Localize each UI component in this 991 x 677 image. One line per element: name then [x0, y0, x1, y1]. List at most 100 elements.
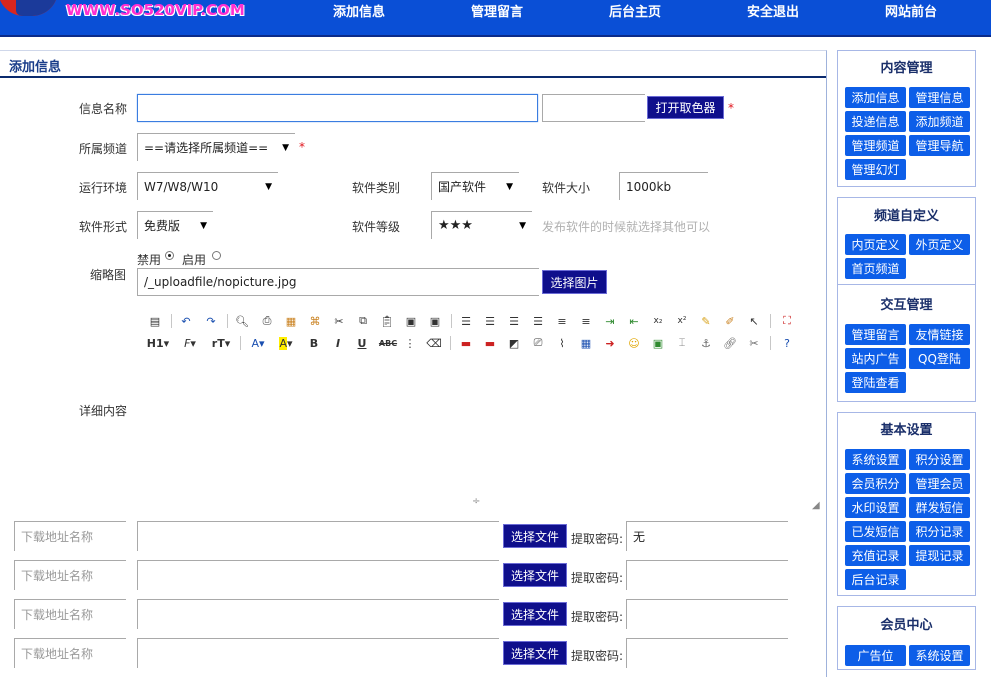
- outdent-icon[interactable]: ⇤: [625, 312, 643, 330]
- sidebar-item-friend-links[interactable]: 友情链接: [909, 324, 970, 345]
- sidebar-item-member-points[interactable]: 会员积分: [845, 473, 906, 494]
- software-level-select[interactable]: ★★★ ▼: [431, 211, 532, 239]
- font-size-icon[interactable]: rT ▾: [209, 334, 233, 352]
- format-painter-icon[interactable]: ✐: [721, 312, 739, 330]
- nav-logout[interactable]: 安全退出: [747, 1, 799, 20]
- code-icon[interactable]: ⌘: [306, 312, 324, 330]
- align-justify-icon[interactable]: ☰: [529, 312, 547, 330]
- indent-icon[interactable]: ⇥: [601, 312, 619, 330]
- sidebar-item-points-settings[interactable]: 积分设置: [909, 449, 970, 470]
- extract-password-input[interactable]: [626, 560, 788, 590]
- font-family-icon[interactable]: F ▾: [179, 334, 201, 352]
- paste-text-icon[interactable]: ▣: [402, 312, 420, 330]
- paste-word-icon[interactable]: ▣: [426, 312, 444, 330]
- corner-resize-icon[interactable]: ◢: [812, 500, 820, 511]
- choose-file-button[interactable]: 选择文件: [503, 563, 567, 587]
- channel-select[interactable]: ==请选择所属频道== ▼: [137, 133, 295, 161]
- download-url-input[interactable]: [137, 599, 499, 629]
- sidebar-item-submit-info[interactable]: 投递信息: [845, 111, 906, 132]
- nav-add-info[interactable]: 添加信息: [333, 1, 385, 20]
- align-right-icon[interactable]: ☰: [505, 312, 523, 330]
- choose-file-button[interactable]: 选择文件: [503, 524, 567, 548]
- nav-manage-messages[interactable]: 管理留言: [471, 1, 523, 20]
- editor-content-area[interactable]: [137, 356, 820, 510]
- extract-password-input[interactable]: [626, 599, 788, 629]
- paste-icon[interactable]: 📋︎: [378, 312, 396, 330]
- image-gallery-icon[interactable]: ▣: [649, 334, 667, 352]
- horizontal-rule-icon[interactable]: ➜: [601, 334, 619, 352]
- open-color-picker-button[interactable]: 打开取色器: [647, 96, 724, 119]
- download-name-input[interactable]: 下载地址名称: [14, 599, 126, 629]
- download-url-input[interactable]: [137, 560, 499, 590]
- download-name-input[interactable]: 下载地址名称: [14, 521, 126, 551]
- sidebar-item-points-log[interactable]: 积分记录: [909, 521, 970, 542]
- redo-icon[interactable]: ↷: [202, 312, 220, 330]
- subscript-icon[interactable]: x₂: [649, 312, 667, 330]
- help-icon[interactable]: ?: [778, 334, 796, 352]
- sidebar-item-login-view[interactable]: 登陆查看: [845, 372, 906, 393]
- sidebar-item-inner-page[interactable]: 内页定义: [845, 234, 906, 255]
- superscript-icon[interactable]: x²: [673, 312, 691, 330]
- sidebar-item-manage-channel[interactable]: 管理频道: [845, 135, 906, 156]
- sidebar-item-system-settings[interactable]: 系统设置: [845, 449, 906, 470]
- sidebar-item-manage-members[interactable]: 管理会员: [909, 473, 970, 494]
- ordered-list-icon[interactable]: ≡: [553, 312, 571, 330]
- thumb-enable-radio[interactable]: [212, 251, 221, 260]
- highlight-color-icon[interactable]: A ▾: [275, 334, 297, 352]
- sidebar-item-manage-slides[interactable]: 管理幻灯: [845, 159, 906, 180]
- insert-table-icon[interactable]: ▦: [577, 334, 595, 352]
- cut-icon[interactable]: ✂: [330, 312, 348, 330]
- align-left-icon[interactable]: ☰: [457, 312, 475, 330]
- nav-admin-home[interactable]: 后台主页: [609, 1, 661, 20]
- info-name-input[interactable]: [137, 94, 538, 122]
- extract-password-input[interactable]: 无: [626, 521, 788, 551]
- attachment-icon[interactable]: ⌇: [553, 334, 571, 352]
- sidebar-item-add-info[interactable]: 添加信息: [845, 87, 906, 108]
- select-all-icon[interactable]: ↖: [745, 312, 763, 330]
- fullscreen-icon[interactable]: ⛶: [778, 312, 796, 330]
- software-size-input[interactable]: 1000kb: [619, 172, 708, 200]
- nav-site-front[interactable]: 网站前台: [885, 1, 937, 20]
- undo-icon[interactable]: ↶: [177, 312, 195, 330]
- page-break-icon[interactable]: ⌶: [673, 334, 691, 352]
- font-color-icon[interactable]: A ▾: [248, 334, 268, 352]
- choose-file-button[interactable]: 选择文件: [503, 602, 567, 626]
- download-name-input[interactable]: 下载地址名称: [14, 560, 126, 590]
- clear-format-icon[interactable]: ✎: [697, 312, 715, 330]
- print-icon[interactable]: ⎙: [258, 312, 276, 330]
- insert-flash-icon[interactable]: ◩: [505, 334, 523, 352]
- sidebar-item-recharge-log[interactable]: 充值记录: [845, 545, 906, 566]
- anchor-icon[interactable]: ⚓: [697, 334, 715, 352]
- strikethrough-icon[interactable]: ABC: [377, 334, 399, 352]
- source-code-icon[interactable]: ▤: [146, 312, 164, 330]
- software-form-select[interactable]: 免费版 ▼: [137, 211, 213, 239]
- sidebar-item-withdraw-log[interactable]: 提现记录: [909, 545, 970, 566]
- italic-icon[interactable]: I: [329, 334, 347, 352]
- sidebar-item-home-channel[interactable]: 首页频道: [845, 258, 906, 279]
- download-url-input[interactable]: [137, 521, 499, 551]
- env-select[interactable]: W7/W8/W10 ▼: [137, 172, 278, 200]
- template-icon[interactable]: ▦: [282, 312, 300, 330]
- emoticon-icon[interactable]: ☺: [625, 334, 643, 352]
- copy-icon[interactable]: ⧉: [354, 312, 372, 330]
- link-icon[interactable]: 🔗︎: [721, 334, 739, 352]
- download-name-input[interactable]: 下载地址名称: [14, 638, 126, 668]
- thumbnail-path-input[interactable]: /_uploadfile/nopicture.jpg: [137, 268, 539, 296]
- insert-image-icon[interactable]: ▬: [457, 334, 475, 352]
- line-height-icon[interactable]: ⋮: [401, 334, 419, 352]
- heading-icon[interactable]: H1 ▾: [146, 334, 170, 352]
- choose-image-button[interactable]: 选择图片: [542, 270, 607, 294]
- align-center-icon[interactable]: ☰: [481, 312, 499, 330]
- unlink-icon[interactable]: ✂: [745, 334, 763, 352]
- insert-multi-image-icon[interactable]: ▬: [481, 334, 499, 352]
- sidebar-item-admin-log[interactable]: 后台记录: [845, 569, 906, 590]
- software-type-select[interactable]: 国产软件 ▼: [431, 172, 519, 200]
- preview-icon[interactable]: 🔍︎: [233, 312, 251, 330]
- thumb-disable-radio[interactable]: [165, 251, 174, 260]
- choose-file-button[interactable]: 选择文件: [503, 641, 567, 665]
- sidebar-item-site-ads[interactable]: 站内广告: [845, 348, 906, 369]
- sidebar-item-mass-sms[interactable]: 群发短信: [909, 497, 970, 518]
- underline-icon[interactable]: U: [353, 334, 371, 352]
- sidebar-item-manage-nav[interactable]: 管理导航: [909, 135, 970, 156]
- resize-grip-icon[interactable]: ÷: [472, 496, 480, 507]
